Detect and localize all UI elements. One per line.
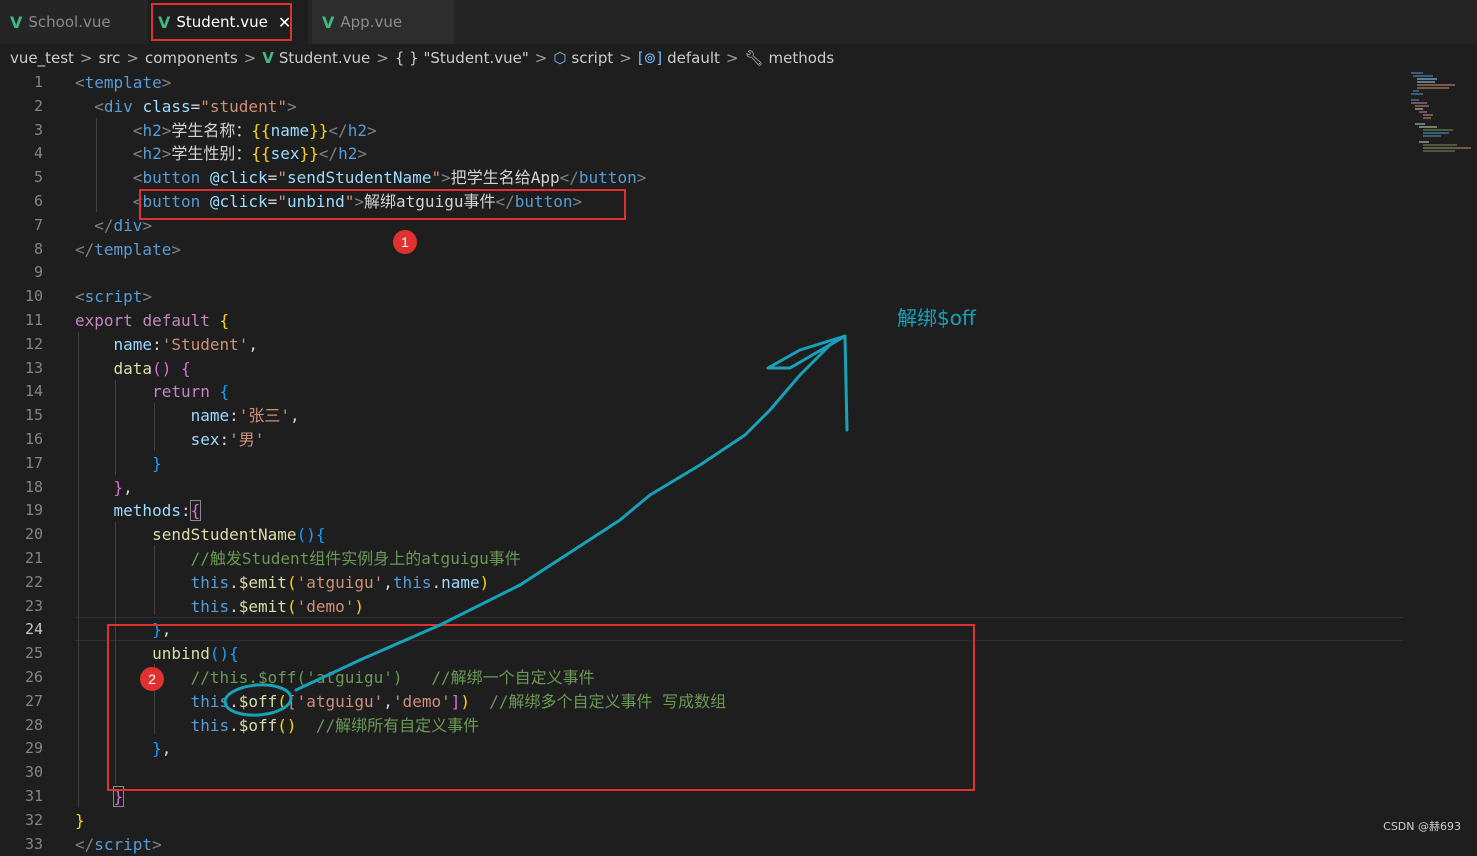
code-line: <h2>学生名称：{{name}}</h2>: [132, 120, 377, 140]
line-number: 4: [33, 144, 43, 163]
line-number: 5: [33, 168, 43, 187]
vue-icon: V: [10, 12, 23, 32]
code-line: },: [113, 477, 133, 497]
line-number: 31: [24, 787, 43, 805]
minimap[interactable]: [1405, 71, 1477, 161]
watermark: CSDN @赫693: [1383, 820, 1461, 833]
code-line: data() {: [113, 358, 191, 378]
chevron-right-icon: >: [725, 48, 739, 67]
line-number: 3: [33, 120, 43, 139]
breadcrumb-item[interactable]: methods: [769, 49, 835, 67]
line-number: 28: [24, 715, 43, 734]
line-number: 7: [33, 215, 43, 234]
annotation-text: 解绑$off: [897, 306, 976, 330]
code-line: this.$emit('atguigu',this.name): [190, 572, 490, 592]
line-number: 17: [24, 453, 43, 472]
breadcrumb-item[interactable]: { } "Student.vue": [395, 49, 529, 67]
code-line: this.$emit('demo'): [190, 596, 365, 616]
chevron-right-icon: >: [243, 48, 257, 67]
code-line: return {: [152, 382, 230, 402]
breadcrumb-item[interactable]: Student.vue: [279, 49, 370, 67]
step-badge-2: 2: [140, 667, 164, 691]
breadcrumb-item[interactable]: default: [667, 49, 720, 67]
chevron-right-icon: >: [126, 48, 139, 67]
line-number: 2: [33, 96, 43, 115]
line-number: 20: [24, 525, 43, 544]
line-number: 15: [24, 406, 43, 425]
line-number: 1: [33, 73, 43, 91]
chevron-right-icon: >: [619, 48, 632, 67]
line-number: 22: [24, 572, 43, 591]
line-number: 19: [24, 501, 43, 520]
line-number: 8: [33, 239, 43, 258]
code-line: //触发Student组件实例身上的atguigu事件: [190, 549, 521, 568]
line-number: 23: [24, 596, 43, 615]
tab-app-vue[interactable]: V App.vue: [312, 0, 454, 44]
line-number: 21: [24, 549, 43, 567]
breadcrumb-item[interactable]: script: [571, 49, 613, 67]
tab-school-vue[interactable]: V School.vue: [0, 0, 148, 44]
code-line: methods:{: [113, 500, 202, 522]
chevron-right-icon: >: [79, 48, 93, 67]
module-icon: [⊚]: [637, 48, 663, 67]
breadcrumb-item[interactable]: components: [145, 49, 238, 67]
breadcrumb: vue_test > src > components > V Student.vue >…: [0, 44, 1477, 71]
line-number: 25: [24, 644, 43, 663]
code-line: </template>: [75, 239, 181, 259]
vue-icon: V: [322, 12, 335, 32]
tab-label: School.vue: [28, 13, 111, 31]
line-number: 18: [24, 477, 43, 496]
line-number: 27: [24, 691, 43, 710]
breadcrumb-item[interactable]: src: [99, 49, 121, 67]
code-line: sendStudentName(){: [152, 525, 326, 545]
vue-icon: V: [262, 48, 274, 67]
line-number: 13: [24, 358, 43, 377]
code-line: name:'张三',: [190, 406, 300, 426]
code-line: </script>: [75, 834, 162, 854]
code-line: sex:'男': [190, 430, 265, 449]
highlight-box-unbind-method: [107, 624, 975, 791]
tab-label: App.vue: [340, 13, 403, 31]
code-line: name:'Student',: [113, 334, 259, 354]
code-line: }: [75, 810, 85, 830]
chevron-right-icon: >: [376, 48, 389, 67]
line-number: 33: [24, 834, 43, 853]
line-number: 14: [24, 382, 43, 401]
code-line: <script>: [75, 287, 153, 307]
code-line: <template>: [75, 73, 172, 92]
breadcrumb-item[interactable]: vue_test: [10, 49, 74, 67]
line-number: 26: [24, 668, 43, 686]
code-line: <div class="student">: [94, 96, 297, 116]
line-number: 30: [24, 763, 43, 782]
highlight-box-unbind-button: [139, 189, 626, 220]
line-number: 12: [24, 334, 43, 353]
cube-icon: ⬡: [553, 48, 567, 67]
line-number: 24: [24, 620, 43, 639]
line-number: 29: [24, 739, 43, 758]
highlight-box-tab: [151, 3, 292, 41]
step-badge-1: 1: [393, 230, 417, 254]
code-line: <button @click="sendStudentName">把学生名给Ap…: [132, 168, 647, 188]
code-line: export default {: [75, 311, 230, 330]
line-number: 16: [24, 430, 43, 448]
line-number: 9: [33, 263, 43, 282]
line-number: 6: [33, 192, 43, 210]
chevron-right-icon: >: [534, 48, 548, 67]
code-line: }: [152, 453, 162, 473]
code-line: <h2>学生性别：{{sex}}</h2>: [132, 144, 367, 164]
wrench-icon: 🔧︎: [744, 48, 764, 67]
line-number: 32: [24, 810, 43, 829]
line-number: 11: [24, 311, 43, 329]
line-number: 10: [24, 287, 43, 306]
